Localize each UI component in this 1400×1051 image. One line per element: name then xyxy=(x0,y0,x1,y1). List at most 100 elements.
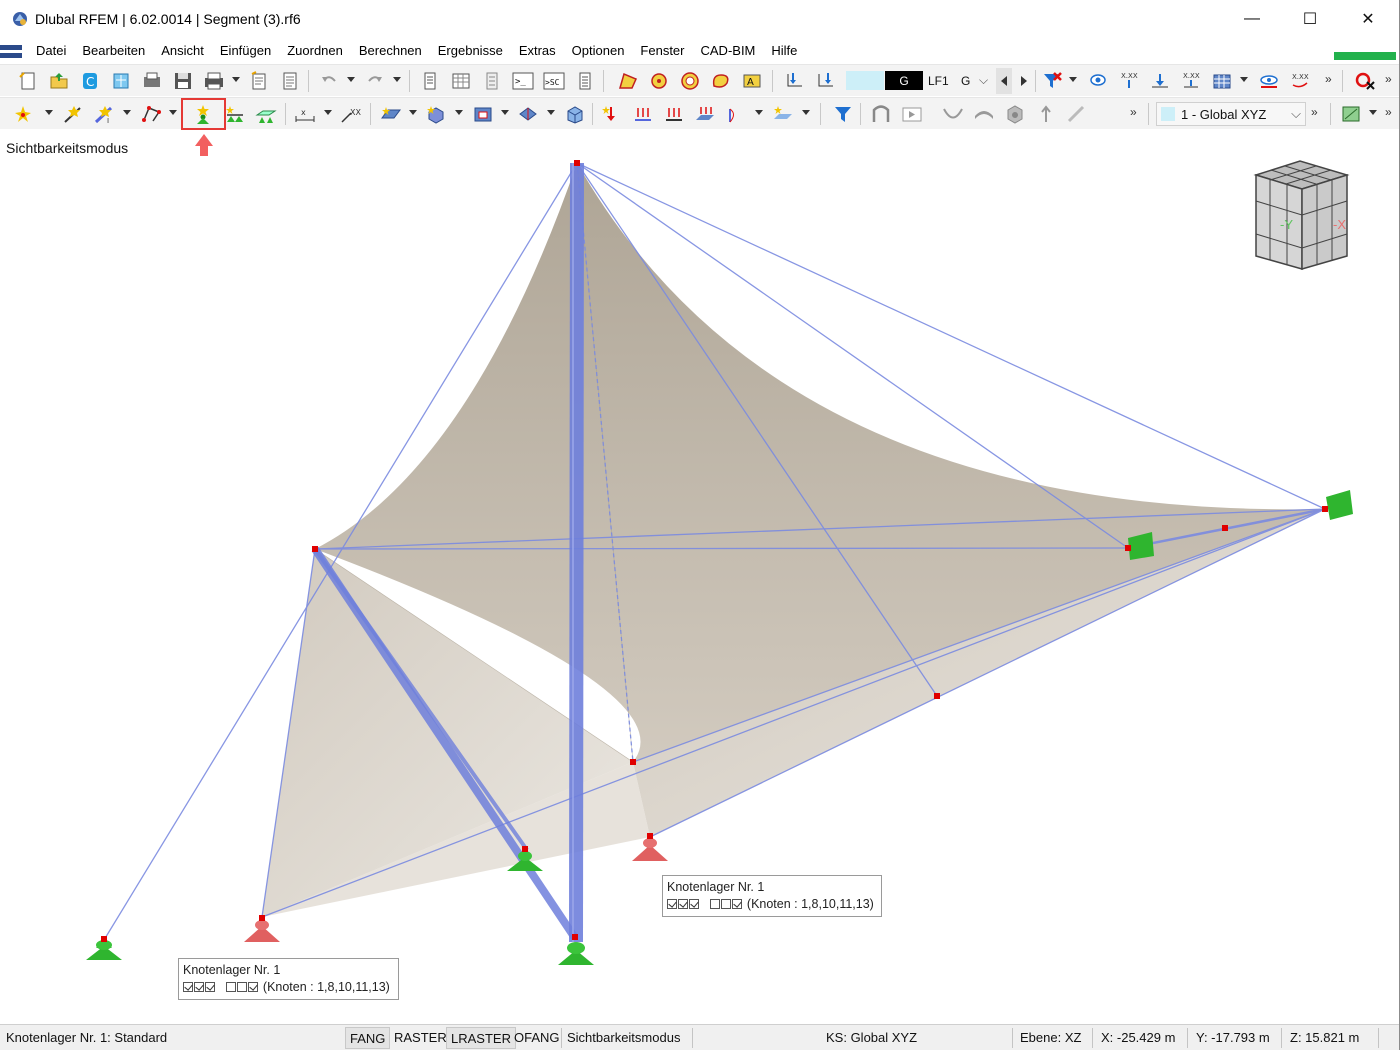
save-icon[interactable] xyxy=(170,68,196,94)
solid-results-icon[interactable] xyxy=(1002,101,1028,127)
open-model-icon[interactable] xyxy=(46,68,72,94)
menu-bearbeiten[interactable]: Bearbeiten xyxy=(74,40,153,62)
menu-extras[interactable]: Extras xyxy=(511,40,564,62)
object-snap-toggle[interactable]: OFANG xyxy=(514,1025,560,1051)
select-text-icon[interactable]: A xyxy=(739,68,765,94)
data-icon[interactable] xyxy=(572,68,598,94)
toolbar1-more-end[interactable]: » xyxy=(1385,72,1392,86)
filter-deactivate-icon[interactable] xyxy=(1039,68,1065,94)
local-grid-toggle[interactable]: LRASTER xyxy=(446,1027,516,1049)
menu-cad-bim[interactable]: CAD-BIM xyxy=(693,40,764,62)
new-solid-icon[interactable] xyxy=(423,101,449,127)
new-section-icon[interactable] xyxy=(515,101,541,127)
report-new-icon[interactable] xyxy=(246,68,272,94)
value-labels-icon[interactable]: X.XX xyxy=(1287,68,1313,94)
surface-dropdown-icon[interactable] xyxy=(409,110,417,115)
section-view-icon[interactable] xyxy=(868,101,894,127)
node-load-icon[interactable] xyxy=(598,101,624,127)
load-wizard-dropdown-icon[interactable] xyxy=(802,110,810,115)
imperfection-icon[interactable] xyxy=(723,101,749,127)
mesh-dropdown-icon[interactable] xyxy=(1240,77,1248,82)
comment-icon[interactable]: XX xyxy=(338,101,364,127)
select-polygon-icon[interactable] xyxy=(615,68,641,94)
load-case-prev-arrow-icon[interactable] xyxy=(996,68,1012,94)
line-load-icon[interactable] xyxy=(661,101,687,127)
result-values-table-icon[interactable]: X.XX xyxy=(1178,68,1204,94)
select-ring-icon[interactable] xyxy=(677,68,703,94)
node-dropdown-icon[interactable] xyxy=(45,110,53,115)
script-icon[interactable]: >SC xyxy=(541,68,567,94)
new-model-icon[interactable] xyxy=(15,68,41,94)
dimension-dropdown-icon[interactable] xyxy=(324,110,332,115)
redo-dropdown-icon[interactable] xyxy=(393,77,401,82)
menu-ergebnisse[interactable]: Ergebnisse xyxy=(430,40,511,62)
load-case-type-field[interactable]: G xyxy=(885,71,923,90)
maximize-button[interactable]: ☐ xyxy=(1281,0,1339,38)
select-circle-icon[interactable] xyxy=(646,68,672,94)
menu-einfuegen[interactable]: Einfügen xyxy=(212,40,279,62)
pen-icon[interactable] xyxy=(1064,101,1090,127)
deformation-icon[interactable] xyxy=(940,101,966,127)
surface-load-icon[interactable] xyxy=(692,101,718,127)
unlock-delete-icon[interactable] xyxy=(1352,68,1378,94)
work-plane-dropdown-icon[interactable] xyxy=(1369,110,1377,115)
coordinate-system-select[interactable]: 1 - Global XYZ ⌵ xyxy=(1156,102,1306,126)
grid-toggle[interactable]: RASTER xyxy=(394,1025,447,1051)
member-dropdown-icon[interactable] xyxy=(123,110,131,115)
section-dropdown-icon[interactable] xyxy=(547,110,555,115)
navigation-cube[interactable] xyxy=(1253,160,1350,270)
opening-dropdown-icon[interactable] xyxy=(501,110,509,115)
load-case-dropdown-icon[interactable]: ⌵ xyxy=(979,71,993,90)
undo-icon[interactable] xyxy=(316,68,342,94)
menu-hilfe[interactable]: Hilfe xyxy=(763,40,805,62)
member-load-icon[interactable] xyxy=(630,101,656,127)
menu-datei[interactable]: Datei xyxy=(28,40,74,62)
reactions-icon[interactable] xyxy=(1033,101,1059,127)
load-case-group-field[interactable]: G xyxy=(961,71,981,90)
new-opening-icon[interactable] xyxy=(470,101,496,127)
polyline-dropdown-icon[interactable] xyxy=(169,110,177,115)
menu-fenster[interactable]: Fenster xyxy=(632,40,692,62)
support-reactions-icon[interactable] xyxy=(1147,68,1173,94)
dimension-icon[interactable]: x xyxy=(292,101,318,127)
toolbar2-more[interactable]: » xyxy=(1130,105,1137,119)
report-icon[interactable] xyxy=(277,68,303,94)
dlubal-center-icon[interactable]: C xyxy=(77,68,103,94)
minimize-button[interactable]: — xyxy=(1223,0,1281,38)
print-icon[interactable] xyxy=(201,68,227,94)
console-icon[interactable]: >_ xyxy=(510,68,536,94)
load-case-next-arrow-icon[interactable] xyxy=(1016,68,1032,94)
load-case-field[interactable]: LF1 xyxy=(928,71,954,90)
new-line-icon[interactable] xyxy=(60,101,86,127)
imperfection-dropdown-icon[interactable] xyxy=(755,110,763,115)
toolbar2-more-end[interactable]: » xyxy=(1385,105,1392,119)
load-case-next-icon[interactable] xyxy=(813,68,839,94)
print-report-icon[interactable] xyxy=(139,68,165,94)
select-freehand-icon[interactable] xyxy=(708,68,734,94)
new-surface-icon[interactable] xyxy=(378,101,404,127)
new-node-icon[interactable] xyxy=(10,101,36,127)
load-wizard-icon[interactable] xyxy=(770,101,796,127)
tables-icon[interactable] xyxy=(448,68,474,94)
new-block-icon[interactable] xyxy=(562,101,588,127)
navigator-icon[interactable] xyxy=(417,68,443,94)
new-surface-support-icon[interactable] xyxy=(253,101,279,127)
cloud-model-icon[interactable] xyxy=(108,68,134,94)
animation-icon[interactable] xyxy=(899,101,925,127)
menu-optionen[interactable]: Optionen xyxy=(564,40,633,62)
snap-toggle[interactable]: FANG xyxy=(345,1027,391,1049)
load-case-previous-icon[interactable] xyxy=(782,68,808,94)
visibility-mode-toggle[interactable]: Sichtbarkeitsmodus xyxy=(567,1025,680,1051)
new-member-icon[interactable]: I xyxy=(91,101,117,127)
menu-ansicht[interactable]: Ansicht xyxy=(153,40,212,62)
toolbar1-more[interactable]: » xyxy=(1325,72,1332,86)
visibility-icon[interactable] xyxy=(1256,68,1282,94)
redo-icon[interactable] xyxy=(362,68,388,94)
result-values-icon[interactable]: X.XX xyxy=(1116,68,1142,94)
show-results-icon[interactable] xyxy=(1085,68,1111,94)
toolbar2-more-2[interactable]: » xyxy=(1311,105,1318,119)
filter-icon[interactable] xyxy=(830,101,856,127)
menu-zuordnen[interactable]: Zuordnen xyxy=(279,40,351,62)
solid-dropdown-icon[interactable] xyxy=(455,110,463,115)
work-plane-icon[interactable] xyxy=(1338,101,1364,127)
